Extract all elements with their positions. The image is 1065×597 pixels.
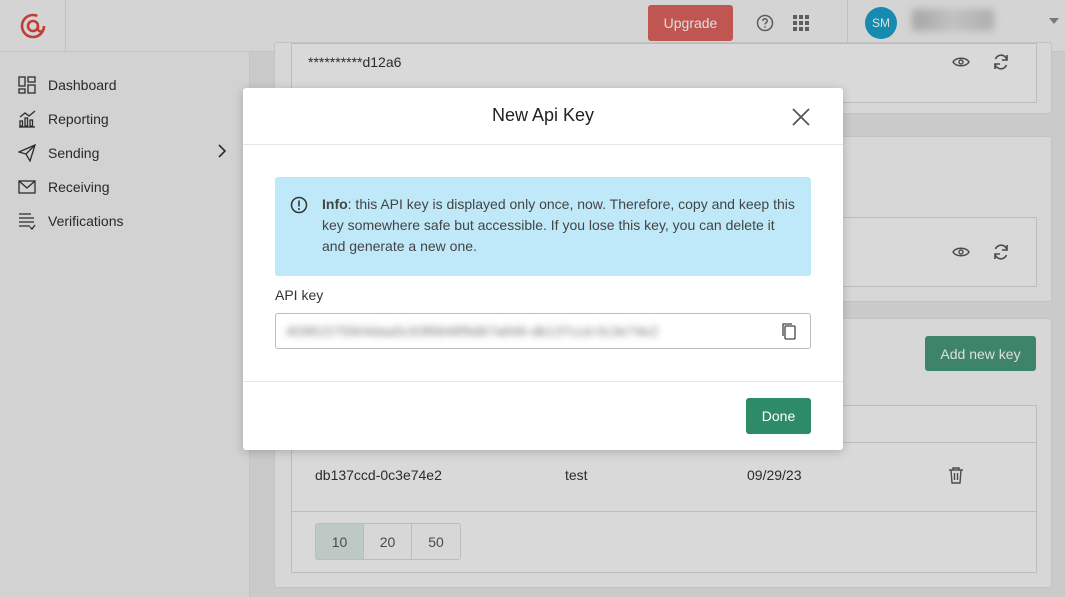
api-key-label: API key	[275, 287, 324, 303]
info-message: Info: this API key is displayed only onc…	[322, 194, 798, 257]
modal-header: New Api Key	[243, 88, 843, 145]
done-button[interactable]: Done	[746, 398, 811, 434]
info-body: : this API key is displayed only once, n…	[322, 196, 795, 254]
modal-title: New Api Key	[491, 105, 595, 125]
info-icon	[290, 196, 308, 214]
info-alert: Info: this API key is displayed only onc…	[275, 177, 811, 276]
modal-footer-divider	[243, 381, 843, 382]
copy-icon[interactable]	[780, 322, 798, 340]
info-label: Info	[322, 196, 348, 212]
new-api-key-dialog: New Api Key Info: this API key is displa…	[243, 88, 843, 450]
api-key-value[interactable]: 40981575904daa5c93f6848f9d67a846-db137cc…	[286, 323, 658, 339]
close-icon[interactable]	[791, 107, 811, 127]
api-key-field[interactable]: 40981575904daa5c93f6848f9d67a846-db137cc…	[275, 313, 811, 349]
